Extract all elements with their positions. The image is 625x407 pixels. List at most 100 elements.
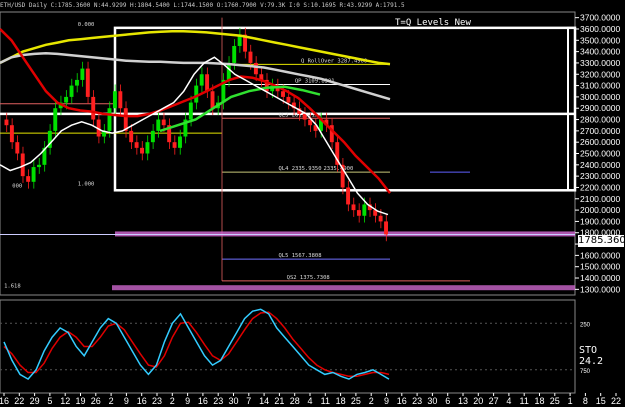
x-tick-label: 2 — [109, 396, 114, 406]
x-tick-label: 26 — [91, 396, 101, 406]
candle-body — [134, 142, 139, 148]
level-annotation: 1.618 — [4, 283, 21, 289]
x-tick-label: 11 — [321, 396, 330, 406]
x-tick-label: 7 — [246, 396, 251, 406]
x-tick-label: 16 — [198, 396, 208, 406]
x-tick-label: 30 — [228, 396, 238, 406]
candle-body — [226, 62, 231, 80]
candle-body — [178, 136, 182, 148]
x-tick-label: 4 — [307, 396, 312, 406]
candle-body — [37, 164, 41, 168]
x-tick-label: 16 — [137, 396, 147, 406]
level-annotation: 1.000 — [78, 181, 95, 187]
y-tick-label: 3200.0000 — [580, 69, 620, 79]
x-tick-label: 8 — [583, 396, 588, 406]
y-tick-label: 3300.0000 — [580, 58, 620, 68]
level-annotation: QL4 2335.9350 — [278, 166, 321, 172]
x-tick-label: 30 — [427, 396, 437, 406]
candle-body — [31, 167, 36, 182]
level-annotation: 000 — [12, 184, 22, 190]
candle-body — [210, 91, 215, 109]
y-tick-label: 2200.0000 — [580, 182, 620, 192]
candle-body — [145, 142, 150, 154]
level-annotation: QL5 1567.3808 — [278, 253, 321, 259]
x-tick-label: 2 — [170, 396, 175, 406]
x-tick-label: 22 — [611, 396, 621, 406]
y-tick-label: 2400.0000 — [580, 160, 620, 170]
price-chart[interactable]: 1300.00001400.00001500.0000 1600.0000 1 7 00… — [0, 0, 625, 407]
y-tick-label: 3400.0000 — [580, 47, 620, 57]
indicator-title: T=Q Levels New — [395, 18, 471, 28]
candle-body — [53, 108, 58, 131]
y-tick-label: 2600.0000 — [580, 137, 620, 147]
candle-body — [281, 91, 285, 97]
y-tick-label: 3100.0000 — [580, 81, 620, 91]
candle-body — [384, 221, 388, 235]
candle-body — [74, 79, 79, 86]
candle-body — [69, 85, 74, 97]
x-tick-label: 25 — [351, 396, 361, 406]
x-tick-label: 5 — [47, 396, 52, 406]
level-annotation: 2335.4900 — [324, 166, 354, 172]
candle-body — [150, 130, 155, 143]
x-tick-label: 11 — [520, 396, 529, 406]
stochastic-label: STO 24.2 — [579, 345, 604, 367]
candle-body — [286, 96, 291, 103]
candle-body — [248, 51, 253, 63]
last-price-tag: 1785.3600 — [578, 235, 625, 247]
candle-body — [64, 96, 69, 103]
candle-body — [362, 204, 367, 216]
x-tick-label: 18 — [534, 396, 544, 406]
y-tick-label: 1500.0000 — [580, 262, 620, 272]
candle-body — [91, 96, 96, 120]
x-tick-label: 16 — [0, 396, 9, 406]
osc-axis-label: 750 — [580, 369, 591, 375]
y-tick-label: 3700.0000 — [580, 13, 620, 23]
x-tick-label: 22 — [14, 396, 24, 406]
y-tick-label: 2300.0000 — [580, 171, 620, 181]
candle-body — [378, 215, 383, 222]
y-tick-label: 2800.0000 — [580, 115, 620, 125]
y-tick-label: 2000.0000 — [580, 205, 620, 215]
candle-body — [199, 74, 204, 86]
x-tick-label: 9 — [124, 396, 129, 406]
candle-body — [356, 210, 361, 216]
level-annotation: 0.000 — [78, 22, 95, 28]
x-tick-label: 1 — [568, 396, 573, 406]
x-tick-label: 23 — [412, 396, 422, 406]
candle-body — [346, 187, 351, 205]
x-tick-label: 23 — [152, 396, 162, 406]
candle-body — [85, 68, 90, 97]
x-tick-label: 9 — [384, 396, 389, 406]
y-tick-label: 2900.0000 — [580, 103, 620, 113]
candle-body — [253, 62, 258, 75]
y-tick-label: 1300.0000 — [580, 284, 620, 294]
x-tick-label: 18 — [336, 396, 346, 406]
x-tick-label: 6 — [445, 396, 450, 406]
chart-info-bar: ETH/USD Daily C:1785.3600 N:44.9299 H:18… — [0, 2, 405, 9]
candle-body — [172, 142, 177, 148]
x-tick-label: 28 — [290, 396, 300, 406]
x-tick-label: 12 — [60, 396, 70, 406]
x-tick-label: 23 — [213, 396, 223, 406]
support-band-1300 — [112, 285, 575, 291]
candle-body — [9, 125, 14, 143]
candle-body — [161, 119, 166, 126]
y-tick-label: 3500.0000 — [580, 35, 620, 45]
candle-body — [118, 91, 123, 109]
x-tick-label: 9 — [185, 396, 190, 406]
candle-body — [15, 142, 20, 154]
candle-body — [112, 91, 117, 109]
osc-axis-label: 250 — [580, 322, 591, 328]
x-tick-label: 4 — [506, 396, 511, 406]
candle-body — [351, 204, 356, 211]
x-tick-label: 16 — [397, 396, 407, 406]
y-tick-label: 2700.0000 — [580, 126, 620, 136]
candle-body — [156, 119, 161, 131]
x-tick-label: 20 — [473, 396, 483, 406]
y-tick-label: 2100.0000 — [580, 194, 620, 204]
x-tick-label: 27 — [489, 396, 499, 406]
candle-body — [194, 85, 199, 103]
y-tick-label: 1400.0000 — [580, 273, 620, 283]
y-tick-label: 3600.0000 — [580, 24, 620, 34]
